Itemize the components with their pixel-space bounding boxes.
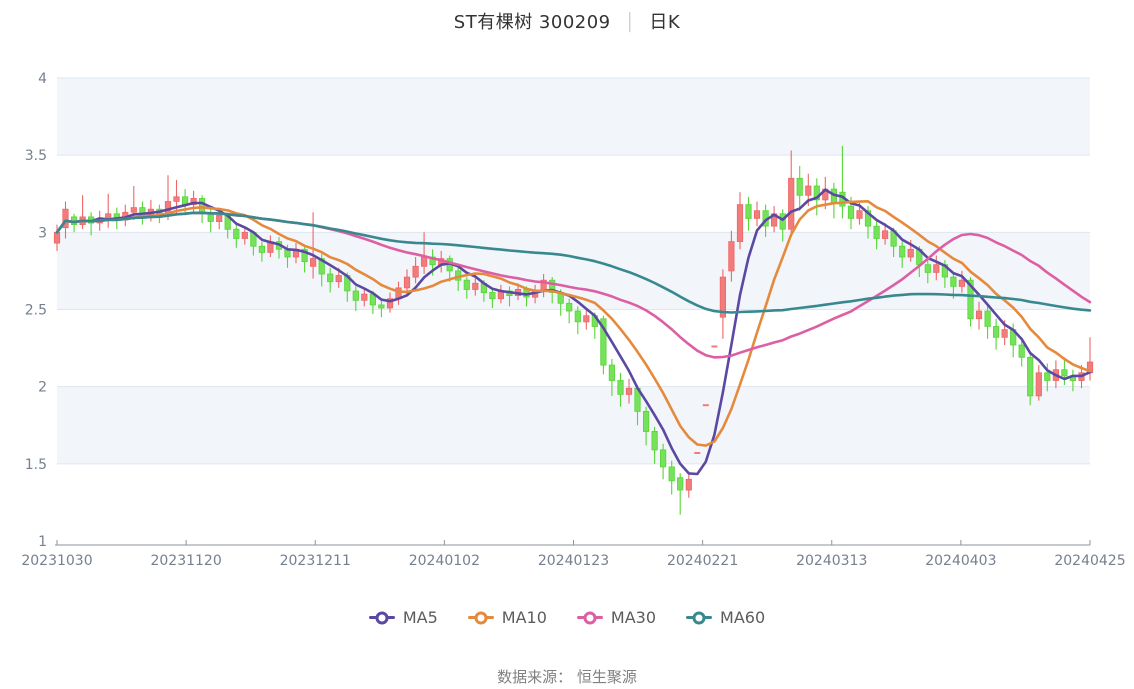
candle bbox=[652, 431, 657, 450]
candle bbox=[353, 291, 358, 300]
legend-label-ma10: MA10 bbox=[502, 608, 547, 627]
legend-item-ma30[interactable]: MA30 bbox=[577, 608, 656, 627]
candle bbox=[669, 467, 674, 481]
candle bbox=[660, 450, 665, 467]
candle bbox=[806, 186, 811, 195]
candle bbox=[934, 265, 939, 273]
x-tick-label: 20240221 bbox=[667, 553, 738, 569]
candle bbox=[1045, 373, 1050, 381]
stock-chart-page: ST有棵树 300209│日K 202310302023112020231211… bbox=[0, 0, 1134, 689]
candle bbox=[746, 205, 751, 219]
candle bbox=[379, 305, 384, 308]
legend-label-ma30: MA30 bbox=[611, 608, 656, 627]
candle bbox=[848, 206, 853, 218]
candle bbox=[882, 231, 887, 239]
ma60-line-icon bbox=[686, 616, 712, 619]
candle bbox=[686, 479, 691, 490]
candle bbox=[464, 280, 469, 289]
candle bbox=[959, 280, 964, 286]
candle bbox=[259, 246, 264, 252]
candle bbox=[473, 283, 478, 289]
candle bbox=[413, 266, 418, 277]
candle bbox=[618, 381, 623, 395]
legend-label-ma60: MA60 bbox=[720, 608, 765, 627]
candle bbox=[174, 197, 179, 202]
x-axis: 20231030 20231120 20231211 20240102 20240123… bbox=[21, 540, 1125, 569]
candle bbox=[985, 311, 990, 326]
legend-item-ma10[interactable]: MA10 bbox=[468, 608, 547, 627]
candle bbox=[182, 197, 187, 205]
candle bbox=[900, 246, 905, 257]
ma5-line-icon bbox=[369, 616, 395, 619]
candle bbox=[54, 232, 59, 243]
candle bbox=[1028, 357, 1033, 396]
candle bbox=[217, 215, 222, 221]
y-tick-label: 3 bbox=[38, 225, 47, 241]
x-tick-label: 20240102 bbox=[409, 553, 480, 569]
candle bbox=[131, 208, 136, 213]
candle bbox=[925, 265, 930, 273]
candle bbox=[421, 257, 426, 266]
kline-chart[interactable]: 20231030 20231120 20231211 20240102 20240123… bbox=[0, 0, 1134, 600]
legend-item-ma60[interactable]: MA60 bbox=[686, 608, 765, 627]
y-tick-label: 2.5 bbox=[25, 303, 47, 319]
x-tick-label: 20240403 bbox=[925, 553, 996, 569]
candle bbox=[1036, 373, 1041, 396]
candle bbox=[208, 214, 213, 222]
candle bbox=[234, 229, 239, 238]
candle bbox=[575, 311, 580, 322]
candle bbox=[626, 388, 631, 394]
candle bbox=[609, 365, 614, 380]
candle bbox=[1019, 345, 1024, 357]
candle bbox=[567, 303, 572, 311]
candle bbox=[1002, 330, 1007, 338]
candle bbox=[976, 311, 981, 319]
candle bbox=[951, 277, 956, 286]
ma10-line-icon bbox=[468, 616, 494, 619]
legend-item-ma5[interactable]: MA5 bbox=[369, 608, 438, 627]
candle bbox=[857, 211, 862, 219]
x-tick-label: 20231120 bbox=[150, 553, 221, 569]
x-tick-label: 20240313 bbox=[796, 553, 867, 569]
candle bbox=[404, 277, 409, 288]
y-axis: 4 3.5 3 2.5 2 1.5 1 bbox=[25, 71, 47, 550]
candle bbox=[737, 205, 742, 242]
ma30-line-icon bbox=[577, 616, 603, 619]
y-tick-label: 1.5 bbox=[25, 457, 47, 473]
candle bbox=[729, 242, 734, 271]
candle bbox=[362, 294, 367, 300]
y-tick-label: 2 bbox=[38, 380, 47, 396]
ma-legend: MA5 MA10 MA30 MA60 bbox=[0, 608, 1134, 627]
limit-dash-candle bbox=[694, 452, 700, 454]
y-tick-label: 1 bbox=[38, 534, 47, 550]
candle bbox=[106, 214, 111, 219]
candle bbox=[780, 214, 785, 229]
candle bbox=[328, 274, 333, 282]
candle bbox=[242, 232, 247, 238]
candle bbox=[908, 249, 913, 257]
x-tick-label: 20231030 bbox=[21, 553, 92, 569]
candle bbox=[874, 226, 879, 238]
data-source-note: 数据来源： 恒生聚源 bbox=[0, 666, 1134, 687]
candle bbox=[754, 211, 759, 219]
x-tick-label: 20240425 bbox=[1054, 553, 1125, 569]
candle bbox=[310, 259, 315, 267]
limit-dash-candle bbox=[711, 346, 717, 348]
candle bbox=[584, 316, 589, 322]
y-tick-label: 3.5 bbox=[25, 148, 47, 164]
candle bbox=[643, 411, 648, 431]
legend-label-ma5: MA5 bbox=[403, 608, 438, 627]
x-tick-label: 20231211 bbox=[280, 553, 351, 569]
candle bbox=[490, 293, 495, 299]
limit-dash-candle bbox=[703, 404, 709, 406]
candle bbox=[336, 276, 341, 282]
candle bbox=[678, 478, 683, 490]
candle bbox=[993, 327, 998, 338]
candle bbox=[797, 178, 802, 195]
x-tick-label: 20240123 bbox=[538, 553, 609, 569]
candle bbox=[789, 178, 794, 229]
candle bbox=[1062, 370, 1067, 376]
y-tick-label: 4 bbox=[38, 71, 47, 87]
